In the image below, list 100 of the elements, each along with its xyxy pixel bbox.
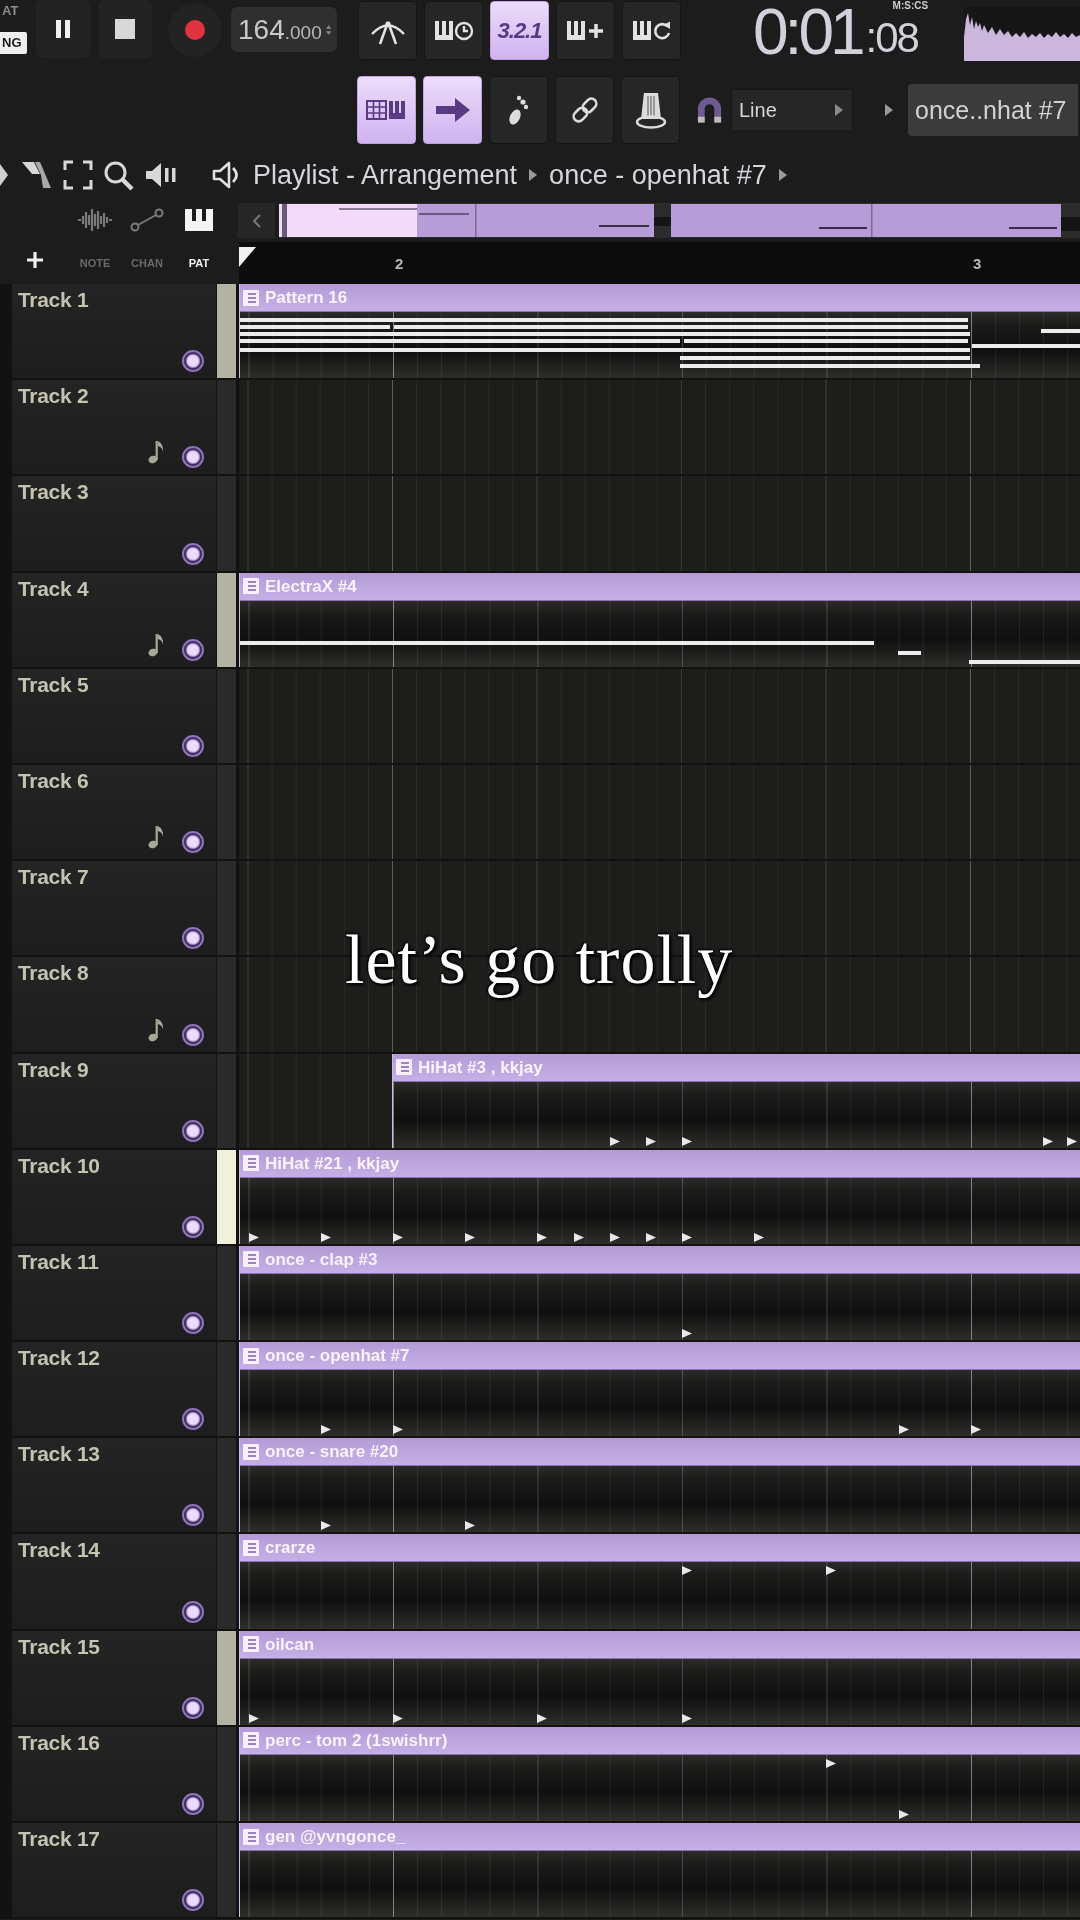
pattern-clip[interactable]: once - clap #3 [239, 1245, 1080, 1341]
mute-toggle[interactable] [182, 1696, 204, 1719]
breadcrumb-item[interactable]: once - openhat #7 [549, 159, 767, 191]
mute-toggle[interactable] [182, 1215, 204, 1238]
track-name: Track 4 [18, 575, 90, 602]
mute-toggle[interactable] [182, 1504, 204, 1527]
track-name: Track 3 [18, 479, 90, 506]
arrow-button[interactable] [423, 76, 482, 144]
mute-toggle[interactable] [182, 638, 204, 661]
mute-toggle[interactable] [182, 734, 204, 757]
tempo-field[interactable]: 164.000 [231, 7, 337, 52]
track-selector[interactable] [217, 1823, 236, 1918]
wait-input-button[interactable] [424, 1, 483, 60]
track-name: Track 7 [18, 864, 90, 891]
mode-tab[interactable]: NG [0, 32, 27, 54]
track-name: Track 2 [18, 383, 90, 410]
caret-icon[interactable] [885, 104, 893, 116]
note-marker-icon [645, 1232, 656, 1242]
filter-tab[interactable]: PAT [178, 198, 220, 284]
note-marker-icon [537, 1713, 548, 1723]
pattern-selector[interactable]: once..nhat #7 [908, 84, 1078, 136]
track-name: Track 13 [18, 1441, 101, 1468]
track-name: Track 1 [18, 287, 90, 313]
pause-button[interactable] [36, 0, 90, 58]
pattern-icon [243, 1636, 259, 1653]
mute-toggle[interactable] [182, 1600, 204, 1623]
note-marker-icon [898, 1809, 909, 1819]
arrow-right-icon [434, 97, 471, 123]
pattern-clip[interactable]: once - snare #20 [239, 1438, 1080, 1533]
mute-toggle[interactable] [182, 542, 204, 565]
mute-toggle[interactable] [182, 1793, 204, 1815]
track-name: Track 10 [18, 1152, 101, 1179]
clip-name: Pattern 16 [265, 289, 348, 306]
timeline-ruler[interactable]: 2 3 [239, 242, 1080, 284]
pattern-icon [243, 1251, 259, 1268]
pattern-clip[interactable]: crarze [239, 1534, 1080, 1629]
playhead-marker-icon[interactable] [239, 247, 256, 267]
pattern-icon [243, 1539, 259, 1556]
select-icon[interactable] [63, 160, 93, 190]
track-name: Track 11 [18, 1248, 100, 1275]
pattern-icon [243, 1443, 259, 1460]
slice-tool-icon[interactable] [21, 160, 52, 190]
speaker-bars-icon[interactable] [145, 161, 179, 189]
mode-tab[interactable]: AT [0, 0, 27, 22]
loop-record-button[interactable] [622, 1, 681, 60]
stop-icon [115, 19, 135, 39]
mute-toggle[interactable] [182, 446, 204, 469]
mute-toggle[interactable] [182, 927, 204, 950]
knob-icon [634, 91, 667, 129]
keys-loop-icon [631, 18, 672, 43]
filter-tab[interactable]: CHAN [126, 198, 168, 284]
pattern-icon [243, 1732, 259, 1749]
mute-toggle[interactable] [182, 1312, 204, 1335]
note-marker-icon [645, 1136, 656, 1146]
mute-toggle[interactable] [182, 1408, 204, 1431]
pattern-clip[interactable]: oilcan [239, 1630, 1080, 1725]
magnifier-icon[interactable] [103, 159, 134, 191]
footprint-button[interactable] [489, 76, 548, 144]
mute-toggle[interactable] [182, 1119, 204, 1142]
note-marker-icon [1067, 1136, 1078, 1146]
filter-tab[interactable]: NOTE [74, 198, 116, 284]
note-marker-icon [681, 1566, 692, 1576]
pattern-clip[interactable]: Pattern 16 [239, 284, 1080, 379]
arrangement-overview-drawing[interactable] [279, 203, 1080, 238]
mute-toggle[interactable] [182, 1889, 204, 1912]
stop-button[interactable] [98, 0, 152, 58]
countdown-button[interactable]: 3.2.1 [490, 1, 549, 60]
magnet-icon[interactable] [696, 95, 723, 125]
clip-name: HiHat #3 , kkjay [418, 1058, 543, 1076]
mute-toggle[interactable] [182, 831, 204, 854]
pattern-clip[interactable]: gen @yvngonce_ [239, 1823, 1080, 1918]
caret-icon [835, 104, 843, 116]
note-marker-icon [681, 1713, 692, 1723]
clip-name: once - clap #3 [265, 1250, 378, 1268]
playlist-title: Playlist - Arrangement [253, 159, 518, 191]
pattern-icon [243, 1828, 259, 1845]
track-name: Track 12 [18, 1345, 101, 1372]
snap-dropdown[interactable]: Line [731, 89, 853, 131]
piano-roll-button[interactable] [357, 76, 416, 144]
chevron-left-icon [252, 213, 261, 228]
link-button[interactable] [555, 76, 614, 144]
track-name: Track 14 [18, 1537, 101, 1564]
knob-button[interactable] [621, 76, 680, 144]
pattern-clip[interactable]: perc - tom 2 (1swishrr) [239, 1726, 1080, 1821]
pattern-clip[interactable]: once - openhat #7 [239, 1342, 1080, 1437]
pattern-clip[interactable]: ElectraX #4 [239, 572, 1080, 667]
pattern-icon [396, 1059, 412, 1075]
blend-record-button[interactable] [556, 1, 615, 60]
mute-toggle[interactable] [182, 1023, 204, 1046]
note-marker-icon [681, 1136, 692, 1146]
arrow-icon[interactable] [0, 164, 8, 186]
time-format-label: M:S:CS [892, 0, 929, 12]
mute-toggle[interactable] [182, 350, 204, 373]
scroll-left-button[interactable] [238, 203, 275, 238]
note-marker-icon [573, 1232, 584, 1242]
pattern-clip[interactable]: HiHat #3 , kkjay [392, 1053, 1080, 1148]
pattern-clip[interactable]: HiHat #21 , kkjay [239, 1149, 1080, 1244]
metronome-button[interactable] [358, 1, 417, 60]
track-name: Track 17 [18, 1826, 101, 1852]
note-marker-icon [609, 1136, 620, 1146]
